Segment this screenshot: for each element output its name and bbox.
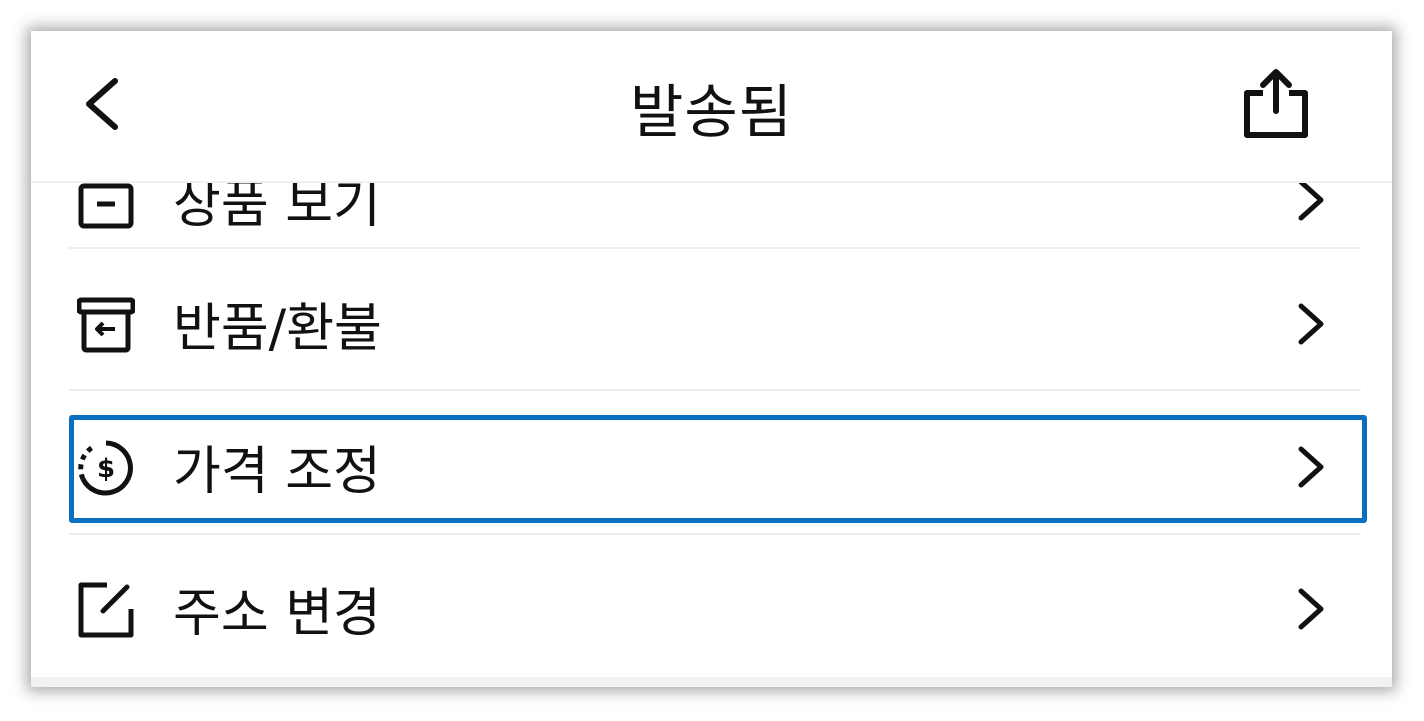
menu-item-price-adjustment[interactable]: $ 가격 조정 [69,393,1361,533]
chevron-right-icon [1298,446,1324,488]
app-window: 상품 보기 반품/환불 $ 가격 조정 주소 변경 발송됨 [31,31,1392,687]
return-box-icon [77,297,135,353]
menu-item-label: 반품/환불 [173,299,382,359]
menu-item-label: 가격 조정 [173,442,381,502]
page-title: 발송됨 [629,78,794,146]
header-bar: 발송됨 [31,31,1392,183]
dollar-circle-icon: $ [78,440,133,496]
chevron-right-icon [1298,588,1324,630]
divider [69,247,1361,249]
edit-icon [78,582,134,638]
bottom-strip [31,677,1392,687]
svg-text:$: $ [97,454,115,484]
menu-item-change-address[interactable]: 주소 변경 [69,535,1361,675]
chevron-right-icon [1298,303,1324,345]
chevron-right-icon [1298,179,1324,221]
menu-item-return-refund[interactable]: 반품/환불 [69,250,1361,390]
divider [69,389,1361,391]
menu-item-label: 주소 변경 [173,584,381,644]
share-icon[interactable] [1241,65,1311,141]
